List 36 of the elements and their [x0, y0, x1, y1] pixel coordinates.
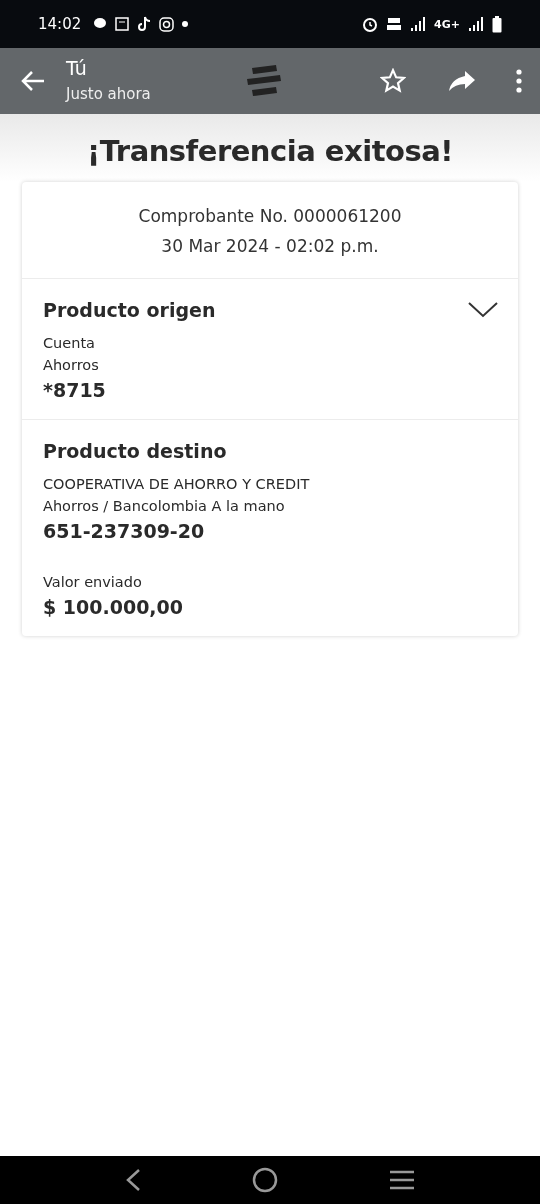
message-time: Justo ahora — [66, 84, 152, 105]
camera-icon — [159, 16, 175, 32]
section-title: Producto destino — [43, 440, 227, 462]
back-nav-button[interactable] — [125, 1168, 142, 1192]
music-note-icon — [137, 16, 152, 32]
volte-icon — [386, 16, 403, 32]
receipt-number: Comprobante No. 0000061200 — [138, 206, 402, 226]
section-title: Producto origen — [43, 299, 216, 321]
field-value: 651-237309-20 — [43, 520, 206, 542]
network-type: 4G+ — [434, 17, 460, 31]
field-label: Ahorros — [43, 357, 100, 373]
clock-time: 14:02 — [38, 15, 82, 33]
star-button[interactable] — [380, 68, 406, 94]
chat-icon — [93, 17, 108, 31]
alarm-icon — [362, 16, 379, 32]
signal-icon — [468, 17, 484, 31]
more-options-button[interactable] — [516, 69, 522, 93]
battery-icon — [492, 15, 502, 33]
receipt-date: 30 Mar 2024 - 02:02 p.m. — [161, 236, 379, 256]
field-label: Cuenta — [43, 335, 96, 351]
field-label: Valor enviado — [43, 574, 143, 590]
calendar-icon — [115, 17, 130, 31]
chevron-down-icon[interactable] — [468, 302, 498, 318]
field-label: Ahorros / Bancolombia A la mano — [43, 498, 286, 514]
recents-nav-button[interactable] — [388, 1169, 415, 1191]
home-nav-button[interactable] — [252, 1167, 278, 1193]
sender-name: Tú — [66, 57, 88, 79]
field-label: COOPERATIVA DE AHORRO Y CREDIT — [43, 476, 311, 492]
dot-icon — [182, 21, 189, 27]
field-value: *8715 — [43, 379, 107, 401]
field-value: $ 100.000,00 — [43, 596, 185, 618]
signal-icon — [410, 17, 427, 31]
back-button[interactable] — [20, 70, 46, 92]
logo-icon — [246, 64, 282, 98]
success-heading: ¡Transferencia exitosa! — [87, 134, 453, 168]
share-button[interactable] — [448, 70, 476, 92]
